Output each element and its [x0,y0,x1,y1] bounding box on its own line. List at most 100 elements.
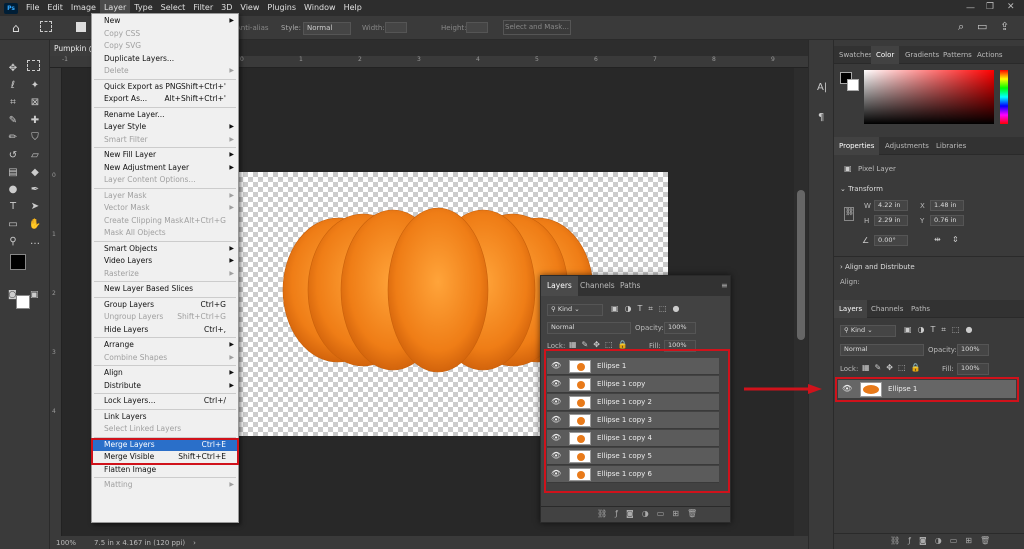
rect-marquee-tool-icon[interactable] [27,60,40,71]
tab-paths-right[interactable]: Paths [906,300,935,318]
menu-item-rename-layer[interactable]: Rename Layer... [92,109,238,121]
frame-tool-icon[interactable]: ⊠ [27,94,43,110]
kind-filter-select-right[interactable]: ⚲ Kind ⌄ [840,325,896,337]
opacity-input[interactable]: 100% [664,322,696,334]
flip-horizontal-icon[interactable]: ⇹ [934,235,941,244]
tab-adjustments[interactable]: Adjustments [880,137,934,155]
menu-item-new-layer-based-slices[interactable]: New Layer Based Slices [92,283,238,295]
lock-icons[interactable]: ▦✎✥⬚🔒 [569,340,632,349]
anti-alias-checkbox[interactable]: Anti-alias [236,24,269,32]
tab-properties[interactable]: Properties [834,137,880,155]
layer-footer-icons-right[interactable]: ⛓ƒ◙◑▭⊞🗑 [890,536,998,545]
lasso-tool-icon[interactable]: ℓ [5,77,21,93]
screen-mode-icon[interactable]: ▣ [30,290,39,300]
tab-libraries[interactable]: Libraries [931,137,971,155]
quick-mask-icon[interactable]: ◙ [8,290,17,300]
search-icon[interactable]: ⌕ [958,20,964,34]
blend-mode-select[interactable]: Normal [547,322,631,334]
character-panel-icon[interactable]: A| [817,82,827,93]
menu-item-layer-style[interactable]: Layer Style ▶ [92,121,238,133]
menu-edit[interactable]: Edit [43,0,67,16]
height-field[interactable]: 2.29 in [874,215,908,226]
workspace-icon[interactable]: ▭ [977,20,987,33]
zoom-level[interactable]: 100% [56,539,76,547]
pen-tool-icon[interactable]: ✒ [27,181,43,197]
y-field[interactable]: 0.76 in [930,215,964,226]
zoom-tool-icon[interactable]: ⚲ [5,233,21,249]
menu-item-arrange[interactable]: Arrange ▶ [92,339,238,351]
width-input[interactable] [385,22,407,33]
select-and-mask-button[interactable]: Select and Mask... [503,20,571,35]
paragraph-panel-icon[interactable]: ¶ [818,112,824,123]
menu-help[interactable]: Help [340,0,366,16]
menu-item-video-layers[interactable]: Video Layers ▶ [92,255,238,267]
share-icon[interactable]: ⇪ [1000,20,1009,33]
color-picker-field[interactable] [864,70,994,124]
marquee-tool-icon[interactable] [40,21,52,32]
x-field[interactable]: 1.48 in [930,200,964,211]
menu-file[interactable]: File [22,0,43,16]
tab-layers[interactable]: Layers [541,276,578,296]
menu-item-new-fill-layer[interactable]: New Fill Layer ▶ [92,149,238,161]
menu-item-quick-export-as-png[interactable]: Quick Export as PNG Shift+Ctrl+' [92,81,238,93]
more-tools-icon[interactable]: … [27,233,43,249]
menu-item-flatten-image[interactable]: Flatten Image [92,464,238,476]
blur-tool-icon[interactable]: ◆ [27,164,43,180]
lock-icons-right[interactable]: ▦✎✥⬚🔒 [862,363,925,372]
flip-vertical-icon[interactable]: ⇕ [952,235,959,244]
menu-item-link-layers[interactable]: Link Layers [92,411,238,423]
shape-tool-icon[interactable]: ▭ [5,216,21,232]
chevron-right-icon[interactable]: › [193,539,196,547]
menu-item-lock-layers[interactable]: Lock Layers... Ctrl+/ [92,395,238,407]
brush-tool-icon[interactable]: ✏ [5,129,21,145]
history-brush-tool-icon[interactable]: ↺ [5,147,21,163]
tab-color[interactable]: Color [871,46,900,64]
menu-item-export-as[interactable]: Export As... Alt+Shift+Ctrl+' [92,93,238,105]
opacity-input-right[interactable]: 100% [957,344,989,356]
eraser-tool-icon[interactable]: ▱ [27,147,43,163]
type-tool-icon[interactable]: T [5,198,21,214]
panel-menu-icon[interactable]: ≡ [721,281,728,290]
transform-heading[interactable]: ⌄ Transform [840,185,883,193]
angle-field[interactable]: 0.00° [874,235,908,246]
foreground-color-swatch[interactable] [10,254,26,270]
tab-actions[interactable]: Actions [972,46,1008,64]
menu-item-distribute[interactable]: Distribute ▶ [92,380,238,392]
hue-slider[interactable] [1000,70,1008,124]
path-select-tool-icon[interactable]: ➤ [27,198,43,214]
link-icon[interactable]: ⛓ [844,207,854,221]
home-icon[interactable]: ⌂ [12,21,20,35]
close-icon[interactable]: ✕ [1007,2,1015,12]
background-swatch[interactable] [847,79,859,91]
menu-item-group-layers[interactable]: Group Layers Ctrl+G [92,299,238,311]
minimize-icon[interactable]: — [966,3,975,13]
blend-mode-select-right[interactable]: Normal [840,344,924,356]
menu-view[interactable]: View [236,0,263,16]
kind-filter-select[interactable]: ⚲ Kind ⌄ [547,304,603,316]
menu-item-smart-objects[interactable]: Smart Objects ▶ [92,243,238,255]
dodge-tool-icon[interactable]: ● [5,181,21,197]
magic-wand-tool-icon[interactable]: ✦ [27,77,43,93]
crop-tool-icon[interactable]: ⌗ [5,94,21,110]
scrollbar-thumb[interactable] [797,190,805,340]
maximize-icon[interactable]: ❐ [986,2,994,12]
background-color-swatch[interactable] [16,295,30,309]
style-select[interactable]: Normal [303,22,351,35]
menu-item-duplicate-layers[interactable]: Duplicate Layers... [92,53,238,65]
stamp-tool-icon[interactable]: ⛉ [27,129,43,145]
filter-icons[interactable]: ▣◑T⌗⬚● [611,304,685,314]
menu-item-align[interactable]: Align ▶ [92,367,238,379]
move-tool-icon[interactable]: ✥ [5,60,21,76]
menu-window[interactable]: Window [300,0,340,16]
eyedropper-tool-icon[interactable]: ✎ [5,112,21,128]
filter-icons-right[interactable]: ▣◑T⌗⬚● [904,325,978,335]
tab-layers-right[interactable]: Layers [834,300,868,318]
tab-paths[interactable]: Paths [614,276,646,296]
healing-tool-icon[interactable]: ✚ [27,112,43,128]
menu-plugins[interactable]: Plugins [263,0,300,16]
menu-item-merge-visible[interactable]: Merge Visible Shift+Ctrl+E [92,451,238,463]
align-heading[interactable]: › Align and Distribute [840,263,915,271]
fill-input-right[interactable]: 100% [957,363,989,375]
hand-tool-icon[interactable]: ✋ [27,216,43,232]
new-selection-icon[interactable] [76,22,86,32]
